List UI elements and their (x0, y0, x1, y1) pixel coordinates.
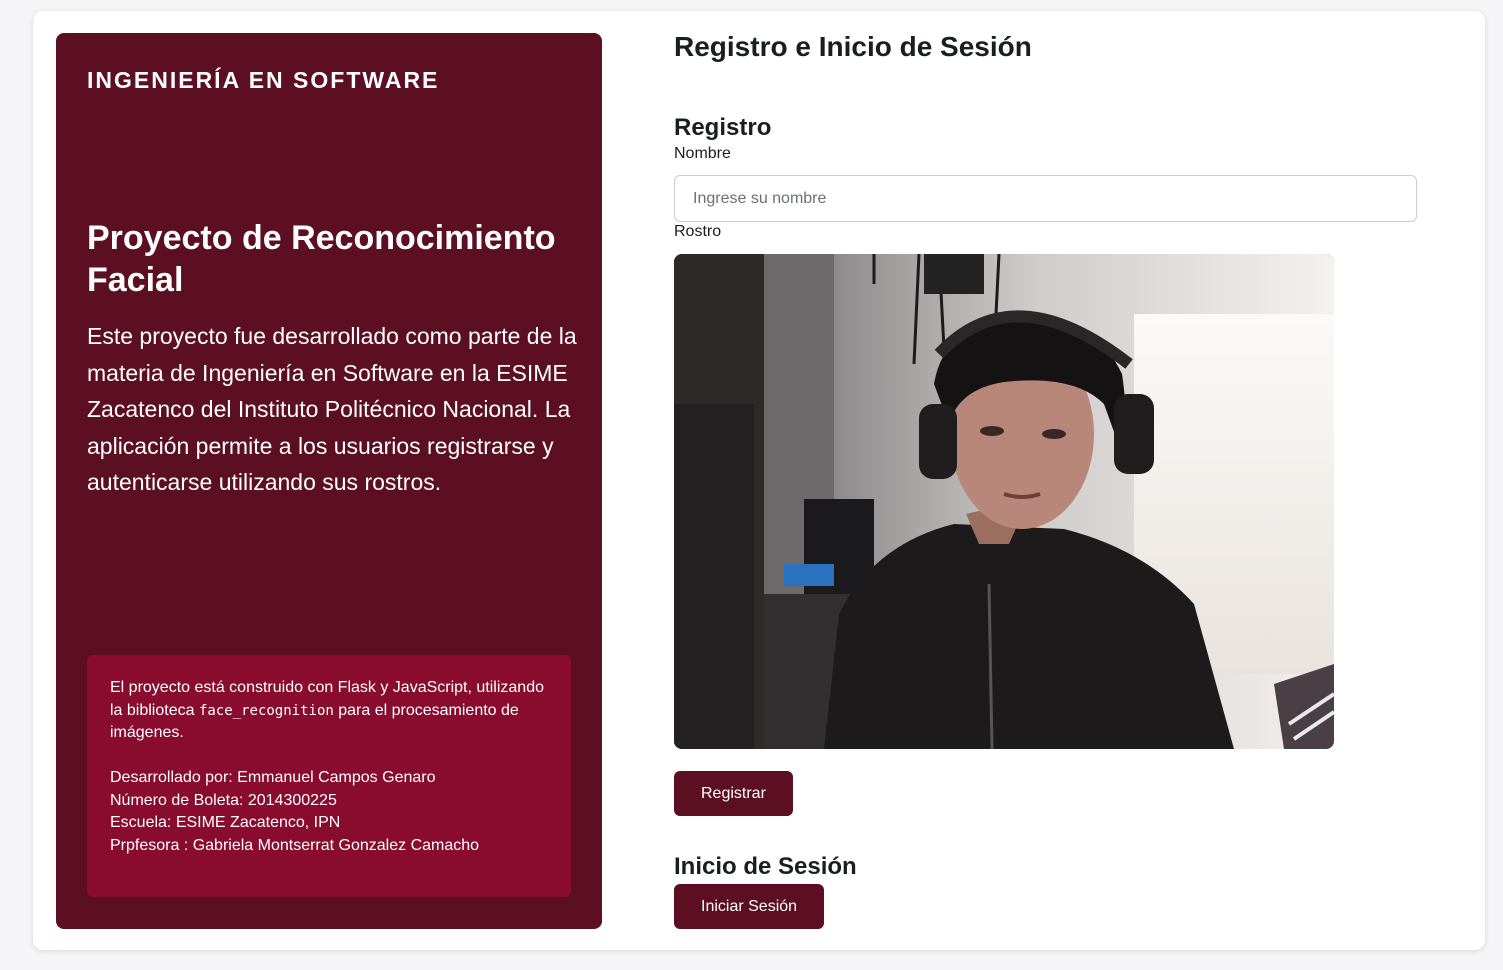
page-title: Registro e Inicio de Sesión (674, 31, 1032, 62)
face-label: Rostro (674, 223, 722, 240)
project-info-text: El proyecto está construido con Flask y … (110, 677, 560, 857)
boleta-line: Número de Boleta: 2014300225 (110, 791, 337, 809)
school-line: Escuela: ESIME Zacatenco, IPN (110, 814, 341, 831)
project-description: Este proyecto fue desarrollado como part… (87, 323, 577, 496)
developer-info: Desarrollado por: Emmanuel Campos Genaro… (110, 767, 560, 857)
project-info-box: El proyecto está construido con Flask y … (87, 655, 571, 897)
info-sidebar: INGENIERÍA EN SOFTWARE Proyecto de Recon… (56, 33, 602, 929)
developer-line: Desarrollado por: Emmanuel Campos Genaro (110, 769, 436, 786)
brand-label: INGENIERÍA EN SOFTWARE (87, 67, 440, 93)
name-input[interactable] (674, 175, 1417, 222)
teacher-line: Prpfesora : Gabriela Montserrat Gonzalez… (110, 836, 480, 854)
register-button[interactable]: Registrar (674, 771, 793, 816)
webcam-frame-image (674, 254, 1334, 749)
login-heading: Inicio de Sesión (674, 853, 857, 880)
tech-paragraph: El proyecto está construido con Flask y … (110, 677, 560, 745)
name-label: Nombre (674, 145, 731, 162)
register-heading: Registro (674, 114, 772, 141)
library-code: face_recognition (198, 702, 334, 719)
login-button[interactable]: Iniciar Sesión (674, 884, 825, 929)
project-title: Proyecto de Reconocimiento Facial (87, 219, 556, 299)
webcam-video (674, 254, 1334, 749)
